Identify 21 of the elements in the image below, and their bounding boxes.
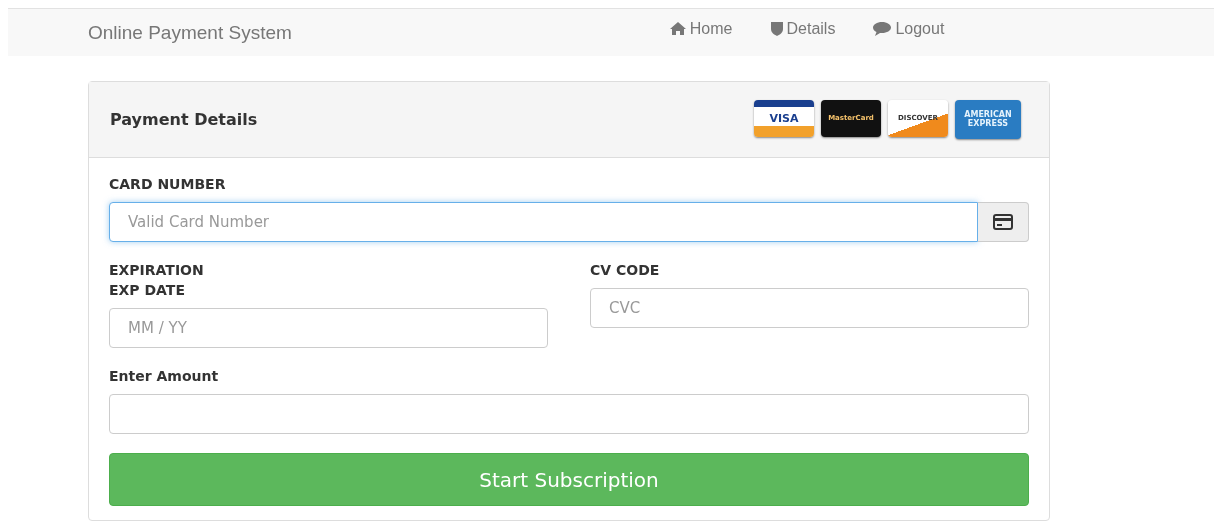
cvc-field[interactable]: CVC	[590, 288, 1029, 328]
nav-link[interactable]: Home	[669, 19, 733, 38]
expiry-date-field[interactable]: MM / YY	[109, 308, 548, 348]
nav-link[interactable]: Details	[770, 19, 836, 38]
field-label: EXPIRATION	[109, 262, 205, 278]
shield-icon	[770, 21, 783, 36]
panel-title: Payment Details	[110, 110, 258, 129]
amount-field[interactable]	[109, 394, 1029, 434]
field-label: EXP DATE	[109, 282, 186, 298]
home-icon	[669, 22, 686, 35]
card-number-field[interactable]: Valid Card Number	[109, 202, 979, 242]
card-logo: AMERICAN EXPRESS	[955, 100, 1021, 139]
nav-link[interactable]: Logout	[873, 19, 945, 38]
field-label: Enter Amount	[109, 368, 220, 384]
brand-title[interactable]: Online Payment System	[88, 21, 292, 44]
speech-bubble-icon	[873, 21, 892, 36]
field-label: CARD NUMBER	[109, 176, 227, 192]
card-logo: VISA	[754, 100, 814, 137]
field-label: CV CODE	[590, 262, 661, 278]
credit-card-icon	[993, 214, 1014, 230]
start-subscription-button[interactable]: Start Subscription	[109, 453, 1029, 506]
